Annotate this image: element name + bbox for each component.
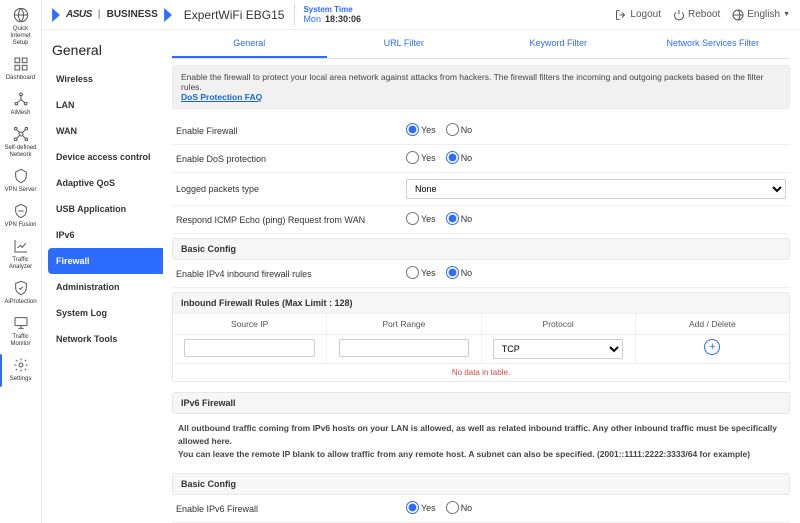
section-basic-config: Basic Config xyxy=(172,238,790,260)
rail-settings[interactable]: Settings xyxy=(3,354,39,387)
label-enable-dos: Enable DoS protection xyxy=(176,154,406,164)
system-time: System Time Mon18:30:06 xyxy=(294,3,369,26)
logout-icon xyxy=(615,9,627,21)
rail-dashboard[interactable]: Dashboard xyxy=(3,53,39,86)
tab-services-filter[interactable]: Network Services Filter xyxy=(636,30,791,58)
nodata4: No data in table. xyxy=(173,363,789,381)
ipv6-description: All outbound traffic coming from IPv6 ho… xyxy=(172,414,790,469)
dashboard-icon xyxy=(11,55,31,73)
network-icon xyxy=(11,125,31,143)
gear-icon xyxy=(11,356,31,374)
label-enable-ipv6: Enable IPv6 Firewall xyxy=(176,504,406,514)
mesh-icon xyxy=(11,90,31,108)
input-source-ip[interactable] xyxy=(184,339,315,357)
radio-firewall-yes[interactable]: Yes xyxy=(406,123,436,136)
vpn-fusion-icon xyxy=(11,202,31,220)
label-logged-type: Logged packets type xyxy=(176,184,406,194)
rail-vpn-server[interactable]: VPN Server xyxy=(3,165,39,198)
language-select[interactable]: English▼ xyxy=(732,9,790,21)
sidebar-item-syslog[interactable]: System Log xyxy=(48,300,163,326)
tab-general[interactable]: General xyxy=(172,30,327,58)
monitor-icon xyxy=(11,314,31,332)
radio-ipv6-yes[interactable]: Yes xyxy=(406,501,436,514)
sidebar-item-firewall[interactable]: Firewall xyxy=(48,248,163,274)
chevron-down-icon: ▼ xyxy=(783,11,790,18)
section-basic-config-ipv6: Basic Config xyxy=(172,473,790,495)
radio-ipv4-no[interactable]: No xyxy=(446,266,473,279)
sidebar-item-qos[interactable]: Adaptive QoS xyxy=(48,170,163,196)
add-rule4-button[interactable]: + xyxy=(704,339,720,355)
tab-url-filter[interactable]: URL Filter xyxy=(327,30,482,58)
rail-traffic-monitor[interactable]: Traffic Monitor xyxy=(3,312,39,352)
sidebar-item-usb[interactable]: USB Application xyxy=(48,196,163,222)
radio-icmp-yes[interactable]: Yes xyxy=(406,212,436,225)
section-ipv6: IPv6 Firewall xyxy=(172,392,790,414)
power-icon xyxy=(673,9,685,21)
sidebar-title: General xyxy=(52,42,162,58)
chevron-icon xyxy=(164,8,172,22)
brand-logo: ASUS | BUSINESS ExpertWiFi EBG15 xyxy=(52,8,284,22)
radio-firewall-no[interactable]: No xyxy=(446,123,473,136)
shield-icon xyxy=(11,279,31,297)
rail-quick-setup[interactable]: Quick Internet Setup xyxy=(3,4,39,51)
radio-dos-yes[interactable]: Yes xyxy=(406,151,436,164)
sidebar-item-admin[interactable]: Administration xyxy=(48,274,163,300)
sidebar: General Wireless LAN WAN Device access c… xyxy=(42,30,162,523)
sidebar-item-device-access[interactable]: Device access control xyxy=(48,144,163,170)
input-port-range[interactable] xyxy=(339,339,470,357)
topbar: ASUS | BUSINESS ExpertWiFi EBG15 System … xyxy=(42,0,800,30)
rail-traffic-analyzer[interactable]: Traffic Analyzer xyxy=(3,235,39,275)
radio-icmp-no[interactable]: No xyxy=(446,212,473,225)
radio-dos-no[interactable]: No xyxy=(446,151,473,164)
sidebar-item-wan[interactable]: WAN xyxy=(48,118,163,144)
label-enable-firewall: Enable Firewall xyxy=(176,126,406,136)
logout-button[interactable]: Logout xyxy=(615,9,661,21)
table-ipv4-rules: Inbound Firewall Rules (Max Limit : 128)… xyxy=(172,292,790,382)
sidebar-item-lan[interactable]: LAN xyxy=(48,92,163,118)
vpn-icon xyxy=(11,167,31,185)
tab-keyword-filter[interactable]: Keyword Filter xyxy=(481,30,636,58)
model-name: ExpertWiFi EBG15 xyxy=(184,8,285,22)
label-enable-ipv4: Enable IPv4 inbound firewall rules xyxy=(176,269,406,279)
info-banner: Enable the firewall to protect your loca… xyxy=(172,65,790,109)
tab-bar: General URL Filter Keyword Filter Networ… xyxy=(172,30,790,59)
radio-ipv4-yes[interactable]: Yes xyxy=(406,266,436,279)
sidebar-item-wireless[interactable]: Wireless xyxy=(48,66,163,92)
reboot-button[interactable]: Reboot xyxy=(673,9,720,21)
settings-panel: General URL Filter Keyword Filter Networ… xyxy=(162,30,800,523)
sidebar-item-nettools[interactable]: Network Tools xyxy=(48,326,163,352)
label-icmp: Respond ICMP Echo (ping) Request from WA… xyxy=(176,215,406,225)
rail-aiprotection[interactable]: AiProtection xyxy=(3,277,39,310)
sidebar-item-ipv6[interactable]: IPv6 xyxy=(48,222,163,248)
rail-vpn-fusion[interactable]: VPN Fusion xyxy=(3,200,39,233)
radio-ipv6-no[interactable]: No xyxy=(446,501,473,514)
rail-sdn[interactable]: Self-defined Network xyxy=(3,123,39,163)
globe-icon xyxy=(11,6,31,24)
dos-faq-link[interactable]: DoS Protection FAQ xyxy=(181,92,262,102)
select-logged-type[interactable]: None xyxy=(406,179,786,199)
icon-rail: Quick Internet Setup Dashboard AiMesh Se… xyxy=(0,0,42,523)
rail-aimesh[interactable]: AiMesh xyxy=(3,88,39,121)
chevron-icon xyxy=(52,8,60,22)
analyzer-icon xyxy=(11,237,31,255)
globe-icon xyxy=(732,9,744,21)
select-protocol4[interactable]: TCP xyxy=(493,339,624,359)
